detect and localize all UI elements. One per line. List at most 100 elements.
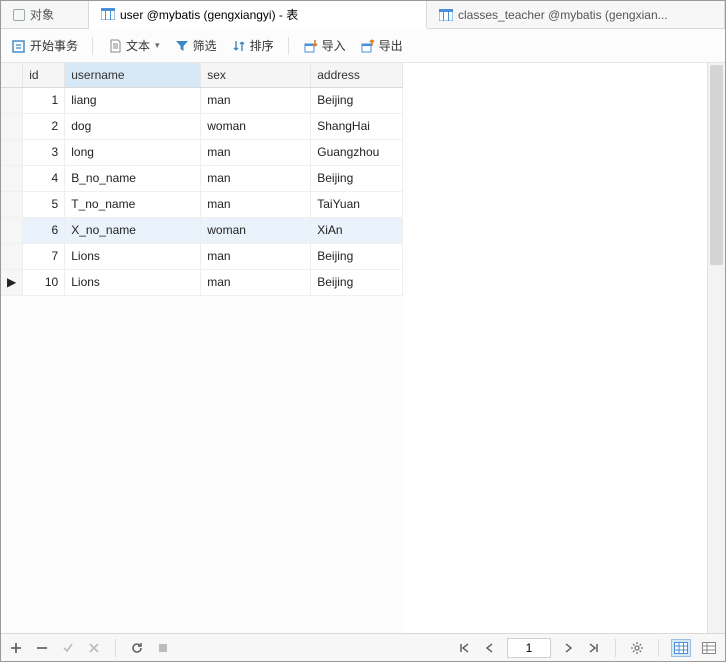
- cell-id[interactable]: 6: [23, 217, 65, 243]
- cell-sex[interactable]: man: [201, 243, 311, 269]
- cell-address[interactable]: XiAn: [311, 217, 403, 243]
- data-grid[interactable]: id username sex address 1liangmanBeijing…: [1, 63, 403, 296]
- cell-address[interactable]: Beijing: [311, 165, 403, 191]
- row-marker-header[interactable]: [1, 63, 23, 87]
- row-marker: [1, 87, 23, 113]
- next-page-button[interactable]: [559, 639, 577, 657]
- tab-objects-label: 对象: [30, 6, 54, 23]
- table-row[interactable]: 4B_no_namemanBeijing: [1, 165, 403, 191]
- cell-sex[interactable]: man: [201, 139, 311, 165]
- tab-objects[interactable]: 对象: [1, 1, 89, 28]
- row-marker: [1, 191, 23, 217]
- table-row[interactable]: 7LionsmanBeijing: [1, 243, 403, 269]
- delete-row-button[interactable]: [33, 639, 51, 657]
- row-marker: [1, 113, 23, 139]
- commit-button[interactable]: [59, 639, 77, 657]
- row-marker: [1, 165, 23, 191]
- cell-address[interactable]: Beijing: [311, 269, 403, 295]
- export-button[interactable]: 导出: [356, 35, 407, 56]
- cell-username[interactable]: liang: [65, 87, 201, 113]
- dropdown-icon: ▾: [155, 40, 160, 51]
- col-username-header[interactable]: username: [65, 63, 201, 87]
- cell-sex[interactable]: man: [201, 87, 311, 113]
- text-icon: [107, 38, 123, 54]
- first-page-button[interactable]: [455, 639, 473, 657]
- sort-button[interactable]: 排序: [227, 35, 278, 56]
- import-button[interactable]: 导入: [299, 35, 350, 56]
- text-button[interactable]: 文本 ▾: [103, 35, 164, 56]
- begin-tx-label: 开始事务: [30, 37, 78, 54]
- cell-username[interactable]: X_no_name: [65, 217, 201, 243]
- cell-id[interactable]: 3: [23, 139, 65, 165]
- row-marker: [1, 139, 23, 165]
- toolbar: 开始事务 文本 ▾ 筛选 排序 导入 导出: [1, 29, 725, 63]
- cell-sex[interactable]: man: [201, 165, 311, 191]
- cell-id[interactable]: 7: [23, 243, 65, 269]
- cell-id[interactable]: 5: [23, 191, 65, 217]
- cell-sex[interactable]: woman: [201, 217, 311, 243]
- toolbar-separator: [288, 37, 289, 55]
- cell-id[interactable]: 1: [23, 87, 65, 113]
- cell-username[interactable]: long: [65, 139, 201, 165]
- cell-id[interactable]: 2: [23, 113, 65, 139]
- add-row-button[interactable]: [7, 639, 25, 657]
- table-row[interactable]: 5T_no_namemanTaiYuan: [1, 191, 403, 217]
- filter-button[interactable]: 筛选: [170, 35, 221, 56]
- settings-button[interactable]: [628, 639, 646, 657]
- cell-sex[interactable]: woman: [201, 113, 311, 139]
- cell-username[interactable]: dog: [65, 113, 201, 139]
- sort-icon: [231, 38, 247, 54]
- cell-address[interactable]: Beijing: [311, 87, 403, 113]
- table-row[interactable]: ▶10LionsmanBeijing: [1, 269, 403, 295]
- stop-button[interactable]: [154, 639, 172, 657]
- toolbar-separator: [92, 37, 93, 55]
- cell-username[interactable]: B_no_name: [65, 165, 201, 191]
- cell-id[interactable]: 10: [23, 269, 65, 295]
- begin-transaction-button[interactable]: 开始事务: [7, 35, 82, 56]
- import-icon: [303, 38, 319, 54]
- row-marker: [1, 243, 23, 269]
- tab-classes-teacher[interactable]: classes_teacher @mybatis (gengxian...: [427, 1, 725, 28]
- status-sep: [658, 639, 659, 657]
- page-input[interactable]: [507, 638, 551, 658]
- table-row[interactable]: 2dogwomanShangHai: [1, 113, 403, 139]
- cell-username[interactable]: Lions: [65, 269, 201, 295]
- tab-active-label: user @mybatis (gengxiangyi) - 表: [120, 6, 298, 23]
- table-row[interactable]: 3longmanGuangzhou: [1, 139, 403, 165]
- export-label: 导出: [379, 37, 403, 54]
- col-sex-header[interactable]: sex: [201, 63, 311, 87]
- table-row[interactable]: 6X_no_namewomanXiAn: [1, 217, 403, 243]
- tab-user-table[interactable]: user @mybatis (gengxiangyi) - 表: [89, 1, 427, 29]
- last-page-button[interactable]: [585, 639, 603, 657]
- status-bar: [1, 633, 725, 661]
- cell-address[interactable]: Guangzhou: [311, 139, 403, 165]
- cancel-button[interactable]: [85, 639, 103, 657]
- refresh-button[interactable]: [128, 639, 146, 657]
- vertical-scrollbar[interactable]: [707, 63, 725, 633]
- grid-view-button[interactable]: [671, 639, 691, 657]
- cell-address[interactable]: ShangHai: [311, 113, 403, 139]
- objects-icon: [13, 9, 25, 21]
- cell-address[interactable]: TaiYuan: [311, 191, 403, 217]
- cell-address[interactable]: Beijing: [311, 243, 403, 269]
- cell-username[interactable]: Lions: [65, 243, 201, 269]
- cell-sex[interactable]: man: [201, 191, 311, 217]
- cell-id[interactable]: 4: [23, 165, 65, 191]
- cell-sex[interactable]: man: [201, 269, 311, 295]
- col-address-header[interactable]: address: [311, 63, 403, 87]
- export-icon: [360, 38, 376, 54]
- prev-page-button[interactable]: [481, 639, 499, 657]
- content-area: id username sex address 1liangmanBeijing…: [1, 63, 725, 633]
- tab-inactive-label: classes_teacher @mybatis (gengxian...: [458, 8, 668, 22]
- table-icon: [439, 9, 453, 21]
- tab-bar: 对象 user @mybatis (gengxiangyi) - 表 class…: [1, 1, 725, 29]
- col-id-header[interactable]: id: [23, 63, 65, 87]
- table-row[interactable]: 1liangmanBeijing: [1, 87, 403, 113]
- header-row: id username sex address: [1, 63, 403, 87]
- row-marker: ▶: [1, 269, 23, 295]
- form-view-button[interactable]: [699, 639, 719, 657]
- filter-label: 筛选: [193, 37, 217, 54]
- row-marker: [1, 217, 23, 243]
- blank-area: [403, 63, 707, 633]
- cell-username[interactable]: T_no_name: [65, 191, 201, 217]
